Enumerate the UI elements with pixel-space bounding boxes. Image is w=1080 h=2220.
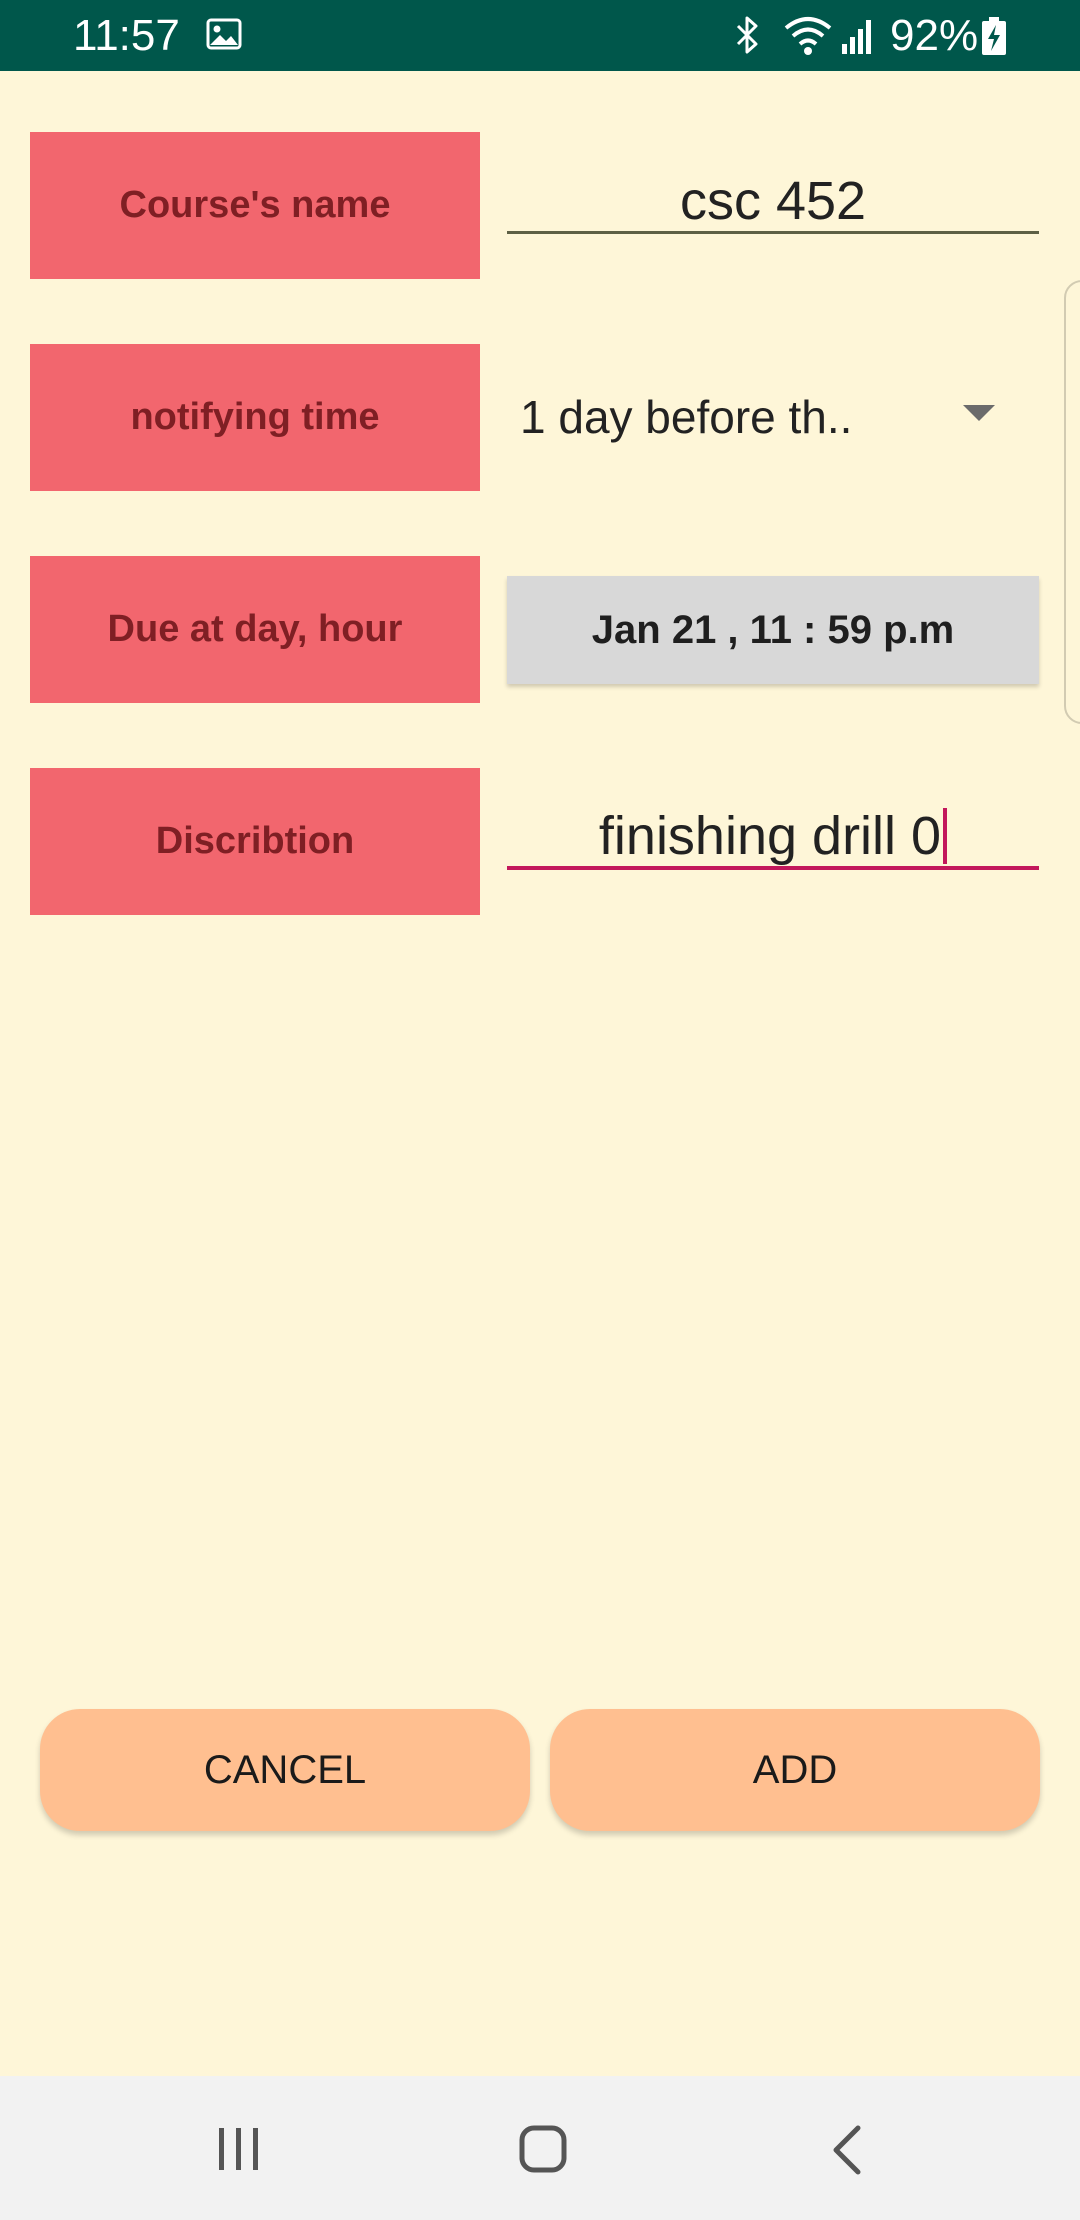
status-bar: 11:57 92%	[0, 0, 1080, 71]
dropdown-arrow-icon	[963, 405, 995, 421]
cancel-button[interactable]: CANCEL	[40, 1709, 530, 1831]
course-name-label: Course's name	[30, 132, 480, 279]
back-icon[interactable]	[830, 2124, 864, 2176]
add-button[interactable]: ADD	[550, 1709, 1040, 1831]
text-cursor	[943, 808, 948, 864]
edge-panel-handle[interactable]	[1064, 280, 1080, 724]
due-date-label-text: Due at day, hour	[107, 608, 403, 650]
description-label: Discribtion	[30, 768, 480, 915]
cancel-button-label: CANCEL	[203, 1747, 367, 1792]
battery-percent: 92%	[890, 11, 979, 60]
notifying-time-dropdown[interactable]: 1 day before th..	[520, 387, 1039, 447]
description-input[interactable]: finishing drill 0	[507, 806, 1039, 870]
notifying-time-value: 1 day before th..	[520, 391, 853, 443]
bluetooth-icon	[736, 16, 758, 54]
battery-charging-icon	[982, 17, 1006, 55]
navigation-bar	[0, 2076, 1080, 2220]
description-label-text: Discribtion	[155, 820, 355, 862]
description-value: finishing drill 0	[598, 806, 942, 866]
course-name-input[interactable]: csc 452	[507, 171, 1039, 234]
due-date-button[interactable]: Jan 21 , 11 : 59 p.m	[507, 576, 1039, 684]
image-icon	[206, 18, 242, 50]
status-time: 11:57	[73, 11, 180, 60]
add-button-label: ADD	[752, 1747, 838, 1792]
course-name-value: csc 452	[679, 171, 867, 231]
wifi-icon	[784, 17, 832, 55]
due-date-label: Due at day, hour	[30, 556, 480, 703]
notifying-time-label-text: notifying time	[130, 396, 380, 438]
notifying-time-label: notifying time	[30, 344, 480, 491]
signal-icon	[842, 20, 871, 54]
course-name-label-text: Course's name	[119, 184, 391, 226]
due-date-value: Jan 21 , 11 : 59 p.m	[591, 607, 955, 652]
recent-apps-icon[interactable]	[216, 2124, 262, 2174]
home-icon[interactable]	[518, 2124, 568, 2174]
